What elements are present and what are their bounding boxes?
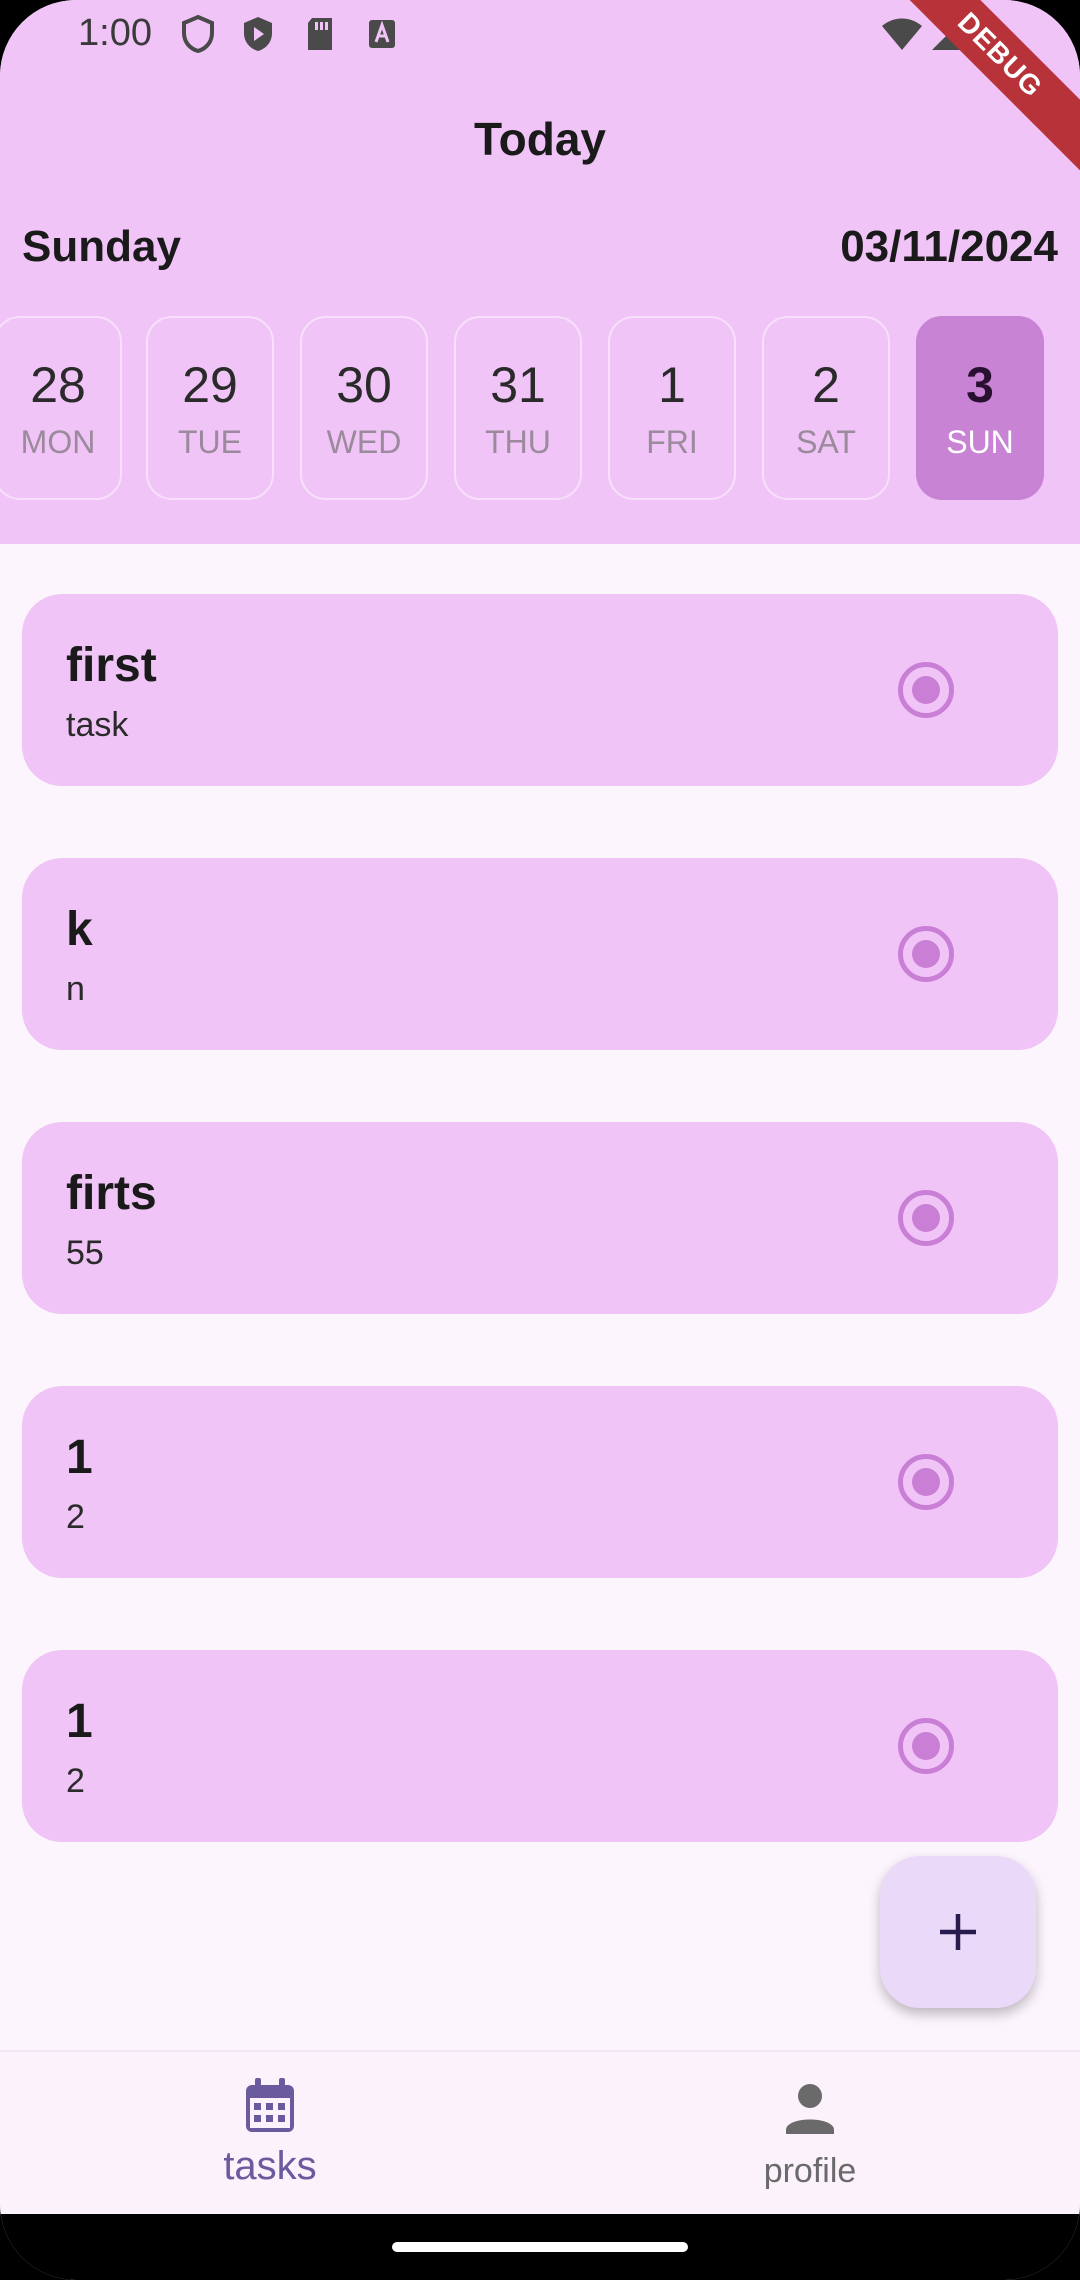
task-subtitle: 55	[66, 1234, 104, 1272]
nav-profile[interactable]: profile	[540, 2052, 1080, 2216]
status-time: 1:00	[78, 12, 152, 54]
day-strip: 28 MON 29 TUE 30 WED 31 THU 1 FRI 2 SAT	[0, 316, 1080, 502]
plus-icon	[940, 1914, 976, 1950]
task-title: 1	[66, 1695, 93, 1748]
task-subtitle: 2	[66, 1498, 85, 1536]
page-title: Today	[473, 113, 607, 165]
day-chip[interactable]: 31 THU	[454, 316, 582, 500]
day-number: 3	[966, 357, 994, 413]
task-card[interactable]: firts 55	[22, 1122, 1058, 1314]
day-number: 2	[812, 357, 840, 413]
task-radio-button[interactable]	[898, 1718, 954, 1774]
task-card[interactable]: 1 2	[22, 1386, 1058, 1578]
task-title: k	[66, 903, 93, 956]
day-weekday: THU	[485, 424, 551, 460]
day-weekday: FRI	[646, 424, 698, 460]
day-number: 28	[30, 357, 86, 413]
day-number: 29	[182, 357, 238, 413]
task-radio-button[interactable]	[898, 1190, 954, 1246]
font-a-icon	[364, 14, 400, 54]
day-number: 31	[490, 357, 546, 413]
day-weekday: SAT	[796, 424, 856, 460]
day-number: 30	[336, 357, 392, 413]
status-bar: 1:00 DEBUG	[0, 0, 1080, 179]
day-chip-selected[interactable]: 3 SUN	[916, 316, 1044, 500]
wifi-icon	[880, 14, 924, 54]
task-card[interactable]: k n	[22, 858, 1058, 1050]
nav-tasks[interactable]: tasks	[0, 2052, 540, 2216]
shield-outline-icon	[180, 14, 216, 54]
day-number: 1	[658, 357, 686, 413]
nav-profile-label: profile	[763, 2152, 857, 2190]
task-radio-button[interactable]	[898, 1454, 954, 1510]
system-nav-area	[0, 2214, 1080, 2280]
person-icon	[786, 2084, 834, 2134]
task-card[interactable]: 1 2	[22, 1650, 1058, 1842]
task-subtitle: task	[66, 706, 129, 744]
day-chip[interactable]: 28 MON	[0, 316, 122, 500]
calendar-icon	[246, 2078, 294, 2132]
sd-card-icon	[302, 14, 338, 54]
app-screen: 1:00 DEBUG Today Sunday 03/11/2024 28 MO…	[0, 0, 1080, 2280]
day-weekday: WED	[326, 424, 402, 460]
day-chip[interactable]: 2 SAT	[762, 316, 890, 500]
shield-play-icon	[240, 14, 276, 54]
task-subtitle: 2	[66, 1762, 85, 1800]
task-radio-button[interactable]	[898, 662, 954, 718]
task-title: first	[66, 639, 157, 692]
task-subtitle: n	[66, 970, 85, 1008]
task-radio-button[interactable]	[898, 926, 954, 982]
day-chip[interactable]: 1 FRI	[608, 316, 736, 500]
add-task-button[interactable]	[880, 1856, 1036, 2008]
header: 1:00 DEBUG Today Sunday 03/11/2024 28 MO…	[0, 0, 1080, 544]
day-chip[interactable]: 30 WED	[300, 316, 428, 500]
bottom-nav: tasks profile	[0, 2050, 1080, 2216]
day-weekday: SUN	[946, 424, 1014, 460]
date-label: 03/11/2024	[840, 222, 1058, 271]
task-card[interactable]: first task	[22, 594, 1058, 786]
day-weekday: MON	[20, 424, 96, 460]
day-chip[interactable]: 29 TUE	[146, 316, 274, 500]
task-title: firts	[66, 1167, 157, 1220]
nav-tasks-label: tasks	[223, 2144, 317, 2188]
day-name-label: Sunday	[22, 222, 181, 271]
home-indicator[interactable]	[392, 2242, 688, 2252]
day-weekday: TUE	[178, 424, 242, 460]
task-title: 1	[66, 1431, 93, 1484]
